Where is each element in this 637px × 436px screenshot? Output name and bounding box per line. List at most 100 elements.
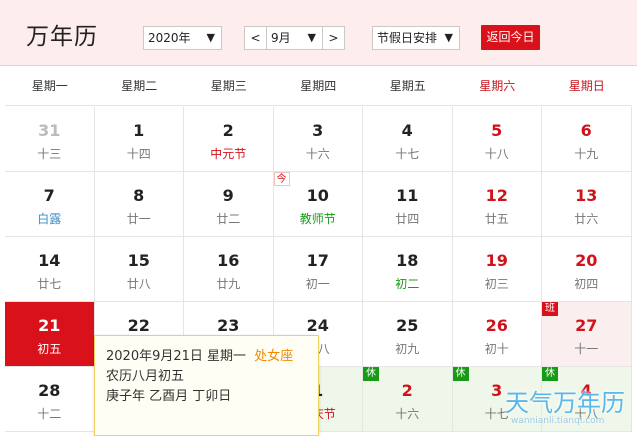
- calendar-day-cell[interactable]: 9 廿二: [184, 172, 274, 237]
- holiday-select-value: 节假日安排: [377, 31, 438, 45]
- calendar-day-cell[interactable]: 休 2 十六: [363, 367, 453, 432]
- weekday-label: 星期日: [568, 79, 605, 93]
- lunar-date: 初四: [574, 277, 599, 291]
- calendar-day-cell[interactable]: 17 初一: [273, 237, 363, 302]
- calendar-day-cell[interactable]: 8 廿一: [94, 172, 184, 237]
- lunar-date: 十四: [126, 147, 151, 161]
- day-number: 9: [222, 186, 234, 205]
- lunar-date: 中元节: [210, 147, 247, 161]
- lunar-date: 十二: [37, 407, 62, 421]
- chevron-down-icon: ▼: [307, 31, 316, 44]
- calendar-day-cell[interactable]: 18 初二: [363, 237, 453, 302]
- calendar-day-cell[interactable]: 31 十三: [5, 107, 95, 172]
- prev-month-button[interactable]: <: [244, 26, 267, 50]
- day-number: 1: [133, 121, 145, 140]
- day-number: 28: [38, 381, 61, 400]
- day-number: 5: [491, 121, 503, 140]
- day-number: 12: [485, 186, 508, 205]
- calendar-day-cell[interactable]: 11 廿四: [363, 172, 453, 237]
- calendar-day-cell[interactable]: 25 初九: [363, 302, 453, 367]
- day-number: 26: [485, 316, 508, 335]
- day-detail-popup: 2020年9月21日 星期一 处女座 农历八月初五 庚子年 乙酉月 丁卯日: [94, 335, 319, 436]
- day-number: 8: [133, 186, 145, 205]
- day-number: 23: [217, 316, 240, 335]
- lunar-date: 廿八: [126, 277, 151, 291]
- lunar-date: 十一: [574, 342, 599, 356]
- day-badge: 休: [452, 367, 469, 381]
- calendar-day-cell[interactable]: 3 十六: [273, 107, 363, 172]
- calendar-day-cell[interactable]: 4 十七: [363, 107, 453, 172]
- lunar-date: 十六: [395, 407, 420, 421]
- lunar-date: 十八: [484, 147, 509, 161]
- holiday-select[interactable]: 节假日安排 ▼: [372, 26, 460, 50]
- lunar-date: 初三: [484, 277, 509, 291]
- day-number: 18: [396, 251, 419, 270]
- popup-date-line: 2020年9月21日 星期一 处女座: [106, 347, 308, 367]
- calendar-day-cell[interactable]: 15 廿八: [94, 237, 184, 302]
- chevron-down-icon: ▼: [444, 31, 453, 44]
- calendar-day-cell[interactable]: 6 十九: [542, 107, 632, 172]
- calendar-day-cell[interactable]: 5 十八: [452, 107, 542, 172]
- day-number: 21: [38, 316, 61, 335]
- calendar-day-cell[interactable]: 28 十二: [5, 367, 95, 432]
- calendar-day-cell[interactable]: 12 廿五: [452, 172, 542, 237]
- day-number: 2: [222, 121, 234, 140]
- site-watermark: 天气万年历 wannianli.tianqi.com: [505, 383, 637, 436]
- day-number: 20: [575, 251, 598, 270]
- calendar-day-cell[interactable]: 21 初五: [5, 302, 95, 367]
- calendar-day-cell[interactable]: 13 廿六: [542, 172, 632, 237]
- lunar-date: 十六: [305, 147, 330, 161]
- day-number: 4: [401, 121, 413, 140]
- day-number: 3: [312, 121, 324, 140]
- weekday-label: 星期一: [31, 79, 68, 93]
- day-number: 22: [127, 316, 150, 335]
- calendar-day-cell[interactable]: 1 十四: [94, 107, 184, 172]
- month-select[interactable]: 9月 ▼: [266, 26, 323, 50]
- day-number: 14: [38, 251, 61, 270]
- day-number: 6: [580, 121, 592, 140]
- lunar-date: 廿九: [216, 277, 241, 291]
- day-badge: 休: [542, 367, 558, 381]
- lunar-date: 廿六: [574, 212, 599, 226]
- lunar-date: 初十: [484, 342, 509, 356]
- calendar-day-cell[interactable]: 26 初十: [452, 302, 542, 367]
- app-title: 万年历: [26, 24, 98, 50]
- day-number: 31: [38, 121, 61, 140]
- calendar-day-cell[interactable]: 20 初四: [542, 237, 632, 302]
- day-number: 17: [306, 251, 329, 270]
- day-number: 7: [43, 186, 55, 205]
- lunar-date: 白露: [37, 212, 62, 226]
- lunar-date: 廿五: [484, 212, 509, 226]
- lunar-date: 初一: [305, 277, 330, 291]
- year-select[interactable]: 2020年 ▼: [143, 26, 222, 50]
- next-month-button[interactable]: >: [322, 26, 345, 50]
- month-select-value: 9月: [271, 31, 291, 45]
- watermark-url: wannianli.tianqi.com: [511, 416, 605, 426]
- day-number: 11: [396, 186, 419, 205]
- weekday-label: 星期六: [479, 79, 516, 93]
- day-number: 25: [396, 316, 419, 335]
- day-number: 10: [306, 186, 329, 205]
- popup-ganzhi: 庚子年 乙酉月 丁卯日: [106, 389, 232, 404]
- lunar-date: 初九: [395, 342, 420, 356]
- calendar-day-cell[interactable]: 7 白露: [5, 172, 95, 237]
- back-to-today-button[interactable]: 返回今日: [481, 25, 540, 50]
- calendar-day-cell[interactable]: 14 廿七: [5, 237, 95, 302]
- day-number: 2: [401, 381, 413, 400]
- chevron-down-icon: ▼: [206, 31, 215, 44]
- weekday-label: 星期三: [210, 79, 247, 93]
- calendar-day-cell[interactable]: 2 中元节: [184, 107, 274, 172]
- weekday-label: 星期四: [300, 79, 337, 93]
- calendar-day-cell[interactable]: 19 初三: [452, 237, 542, 302]
- lunar-date: 廿二: [216, 212, 241, 226]
- calendar-day-cell[interactable]: 16 廿九: [184, 237, 274, 302]
- lunar-date: 初二: [395, 277, 420, 291]
- day-number: 13: [575, 186, 598, 205]
- lunar-date: 廿四: [395, 212, 420, 226]
- calendar-day-cell[interactable]: 今 10 教师节: [273, 172, 363, 237]
- weekday-header: 星期一 星期二 星期三 星期四 星期五 星期六 星期日: [5, 66, 632, 106]
- watermark-logo: 天气万年历: [505, 389, 625, 417]
- lunar-date: 十三: [37, 147, 62, 161]
- calendar-day-cell[interactable]: 班 27 十一: [542, 302, 632, 367]
- calendar-header: 万年历 2020年 ▼ < 9月 ▼ > 节假日安排 ▼ 返回今日: [0, 0, 637, 66]
